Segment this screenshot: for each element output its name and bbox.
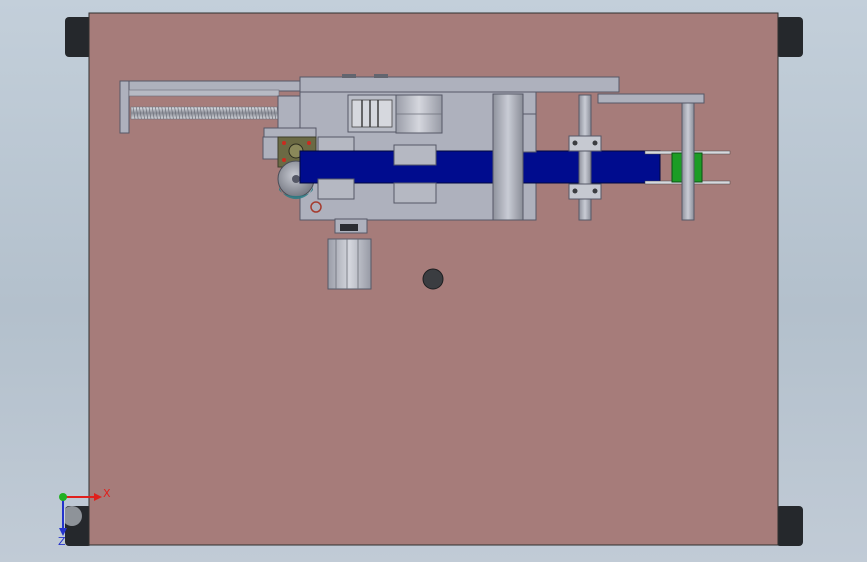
pillar-mid	[578, 94, 592, 221]
pillar-right	[681, 99, 695, 221]
top-beam	[299, 76, 620, 93]
large-pillar	[492, 93, 524, 221]
coupling-body	[351, 99, 393, 128]
z-axis-label: Z	[58, 535, 66, 548]
right-top-beam	[597, 93, 705, 104]
top-drive-assembly[interactable]	[347, 94, 443, 134]
tool-head-clamp	[262, 136, 280, 160]
mounting-hole	[422, 268, 444, 290]
top-beam-notch-2	[374, 74, 388, 78]
pillar-side-plate	[522, 113, 537, 153]
top-beam-notch-1	[342, 74, 356, 78]
bottom-motor[interactable]	[327, 238, 372, 290]
y-axis-marker	[59, 493, 67, 501]
screw-top-rail	[119, 80, 303, 92]
screw-end-cap	[128, 89, 280, 97]
x-axis-label: X	[103, 487, 111, 500]
foot-bottom-right	[776, 506, 803, 546]
cad-viewport[interactable]: X Z	[0, 0, 867, 562]
foot-top-right	[776, 17, 803, 57]
foot-top-left	[65, 17, 92, 57]
conveyor-belt[interactable]	[299, 150, 661, 184]
screw-end-support	[119, 80, 130, 134]
